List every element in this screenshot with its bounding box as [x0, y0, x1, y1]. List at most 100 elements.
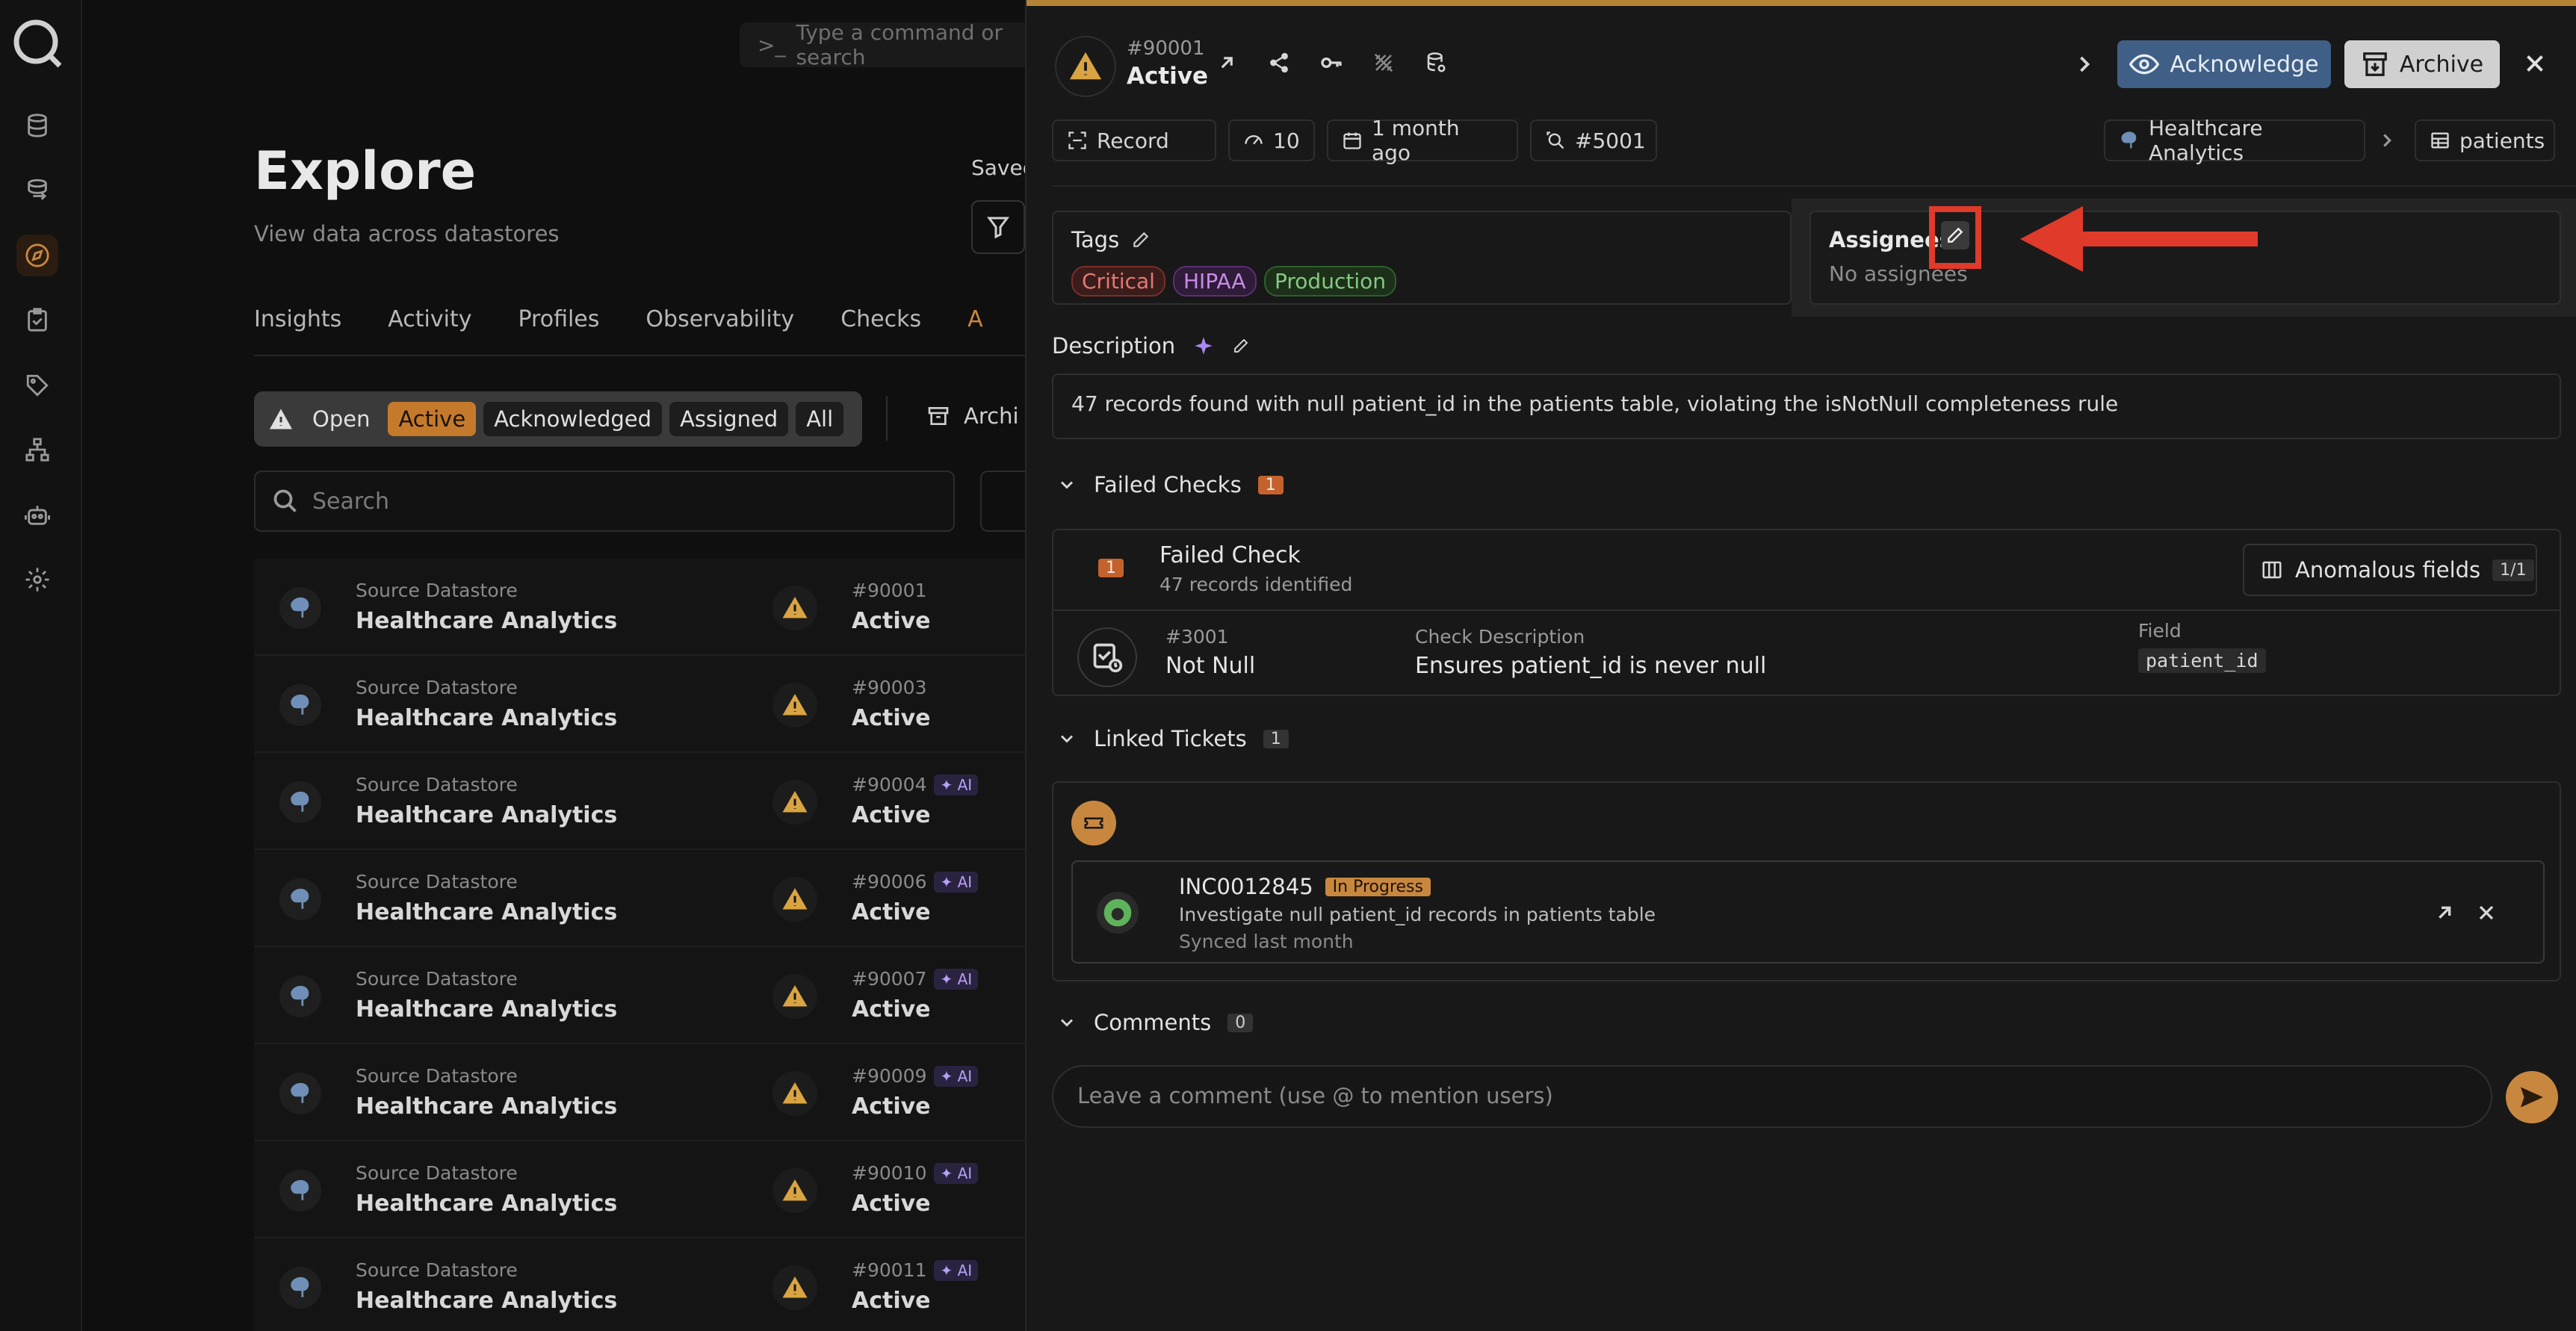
- list-item[interactable]: Source Datastore Healthcare Analytics #900…: [254, 850, 1025, 947]
- source-name: Healthcare Analytics: [356, 899, 618, 925]
- source-label: Source Datastore: [356, 1065, 518, 1087]
- filter-active[interactable]: Active: [388, 402, 477, 436]
- close-icon[interactable]: [2521, 49, 2549, 78]
- failed-check-number: 1: [1098, 559, 1124, 577]
- anomaly-status: Active: [852, 899, 931, 925]
- eye-icon: [2129, 49, 2160, 79]
- nav-agent-icon[interactable]: [16, 494, 58, 536]
- tab-checks[interactable]: Checks: [840, 306, 921, 332]
- nav-datastores-icon[interactable]: [16, 105, 58, 146]
- ai-sparkle-icon[interactable]: [1193, 335, 1214, 356]
- comments-header[interactable]: Comments 0: [1056, 1010, 1254, 1035]
- acknowledge-button[interactable]: Acknowledge: [2117, 40, 2331, 88]
- tab-anomalies[interactable]: A: [967, 306, 983, 332]
- comments-label: Comments: [1094, 1010, 1212, 1035]
- send-icon[interactable]: [2506, 1071, 2558, 1123]
- warning-icon: [1055, 36, 1116, 97]
- filter-button[interactable]: [971, 200, 1025, 254]
- list-item[interactable]: Source Datastore Healthcare Analytics #900…: [254, 559, 1025, 656]
- ai-badge: ✦ AI: [934, 1162, 979, 1184]
- postgres-icon: [279, 1267, 321, 1309]
- ticket-description: Investigate null patient_id records in p…: [1179, 904, 1656, 925]
- list-item[interactable]: Source Datastore Healthcare Analytics #900…: [254, 947, 1025, 1044]
- scan-chip[interactable]: #5001: [1530, 120, 1657, 161]
- postgres-icon: [2119, 130, 2140, 151]
- archived-filter[interactable]: Archi: [926, 403, 1019, 429]
- list-item[interactable]: Source Datastore Healthcare Analytics #900…: [254, 1141, 1025, 1238]
- nav-flows-icon[interactable]: [16, 429, 58, 471]
- command-placeholder: Type a command or search: [796, 20, 1003, 69]
- ai-badge-label: AI: [957, 969, 973, 988]
- filter-all[interactable]: All: [796, 402, 844, 436]
- check-id[interactable]: #3001: [1165, 626, 1229, 648]
- nav-checks-icon[interactable]: [16, 299, 58, 341]
- filter-acknowledged[interactable]: Acknowledged: [483, 402, 663, 436]
- unlink-ticket-icon[interactable]: [2474, 901, 2498, 925]
- list-item[interactable]: Source Datastore Healthcare Analytics #900…: [254, 1044, 1025, 1141]
- filter-open[interactable]: Open: [302, 402, 380, 436]
- list-item[interactable]: Source Datastore Healthcare Analytics #900…: [254, 656, 1025, 753]
- left-rail: [0, 0, 82, 1331]
- pointer-arrow-icon: [2020, 206, 2258, 272]
- key-icon[interactable]: [1318, 49, 1345, 76]
- tab-profiles[interactable]: Profiles: [518, 306, 599, 332]
- open-ticket-icon[interactable]: [2433, 901, 2456, 925]
- linked-tickets-count: 1: [1263, 729, 1289, 748]
- archive-label: Archive: [2399, 51, 2484, 78]
- nav-explore-icon[interactable]: [16, 235, 58, 276]
- anomalous-fields-button[interactable]: Anomalous fields 1/1: [2243, 544, 2537, 596]
- list-item[interactable]: Source Datastore Healthcare Analytics #900…: [254, 1238, 1025, 1331]
- datastore-settings-icon[interactable]: [1422, 49, 1449, 76]
- ticket-card[interactable]: INC0012845 In Progress Investigate null …: [1071, 860, 2545, 964]
- warning-icon: [773, 586, 817, 630]
- tab-insights[interactable]: Insights: [254, 306, 341, 332]
- anomalous-fields-label: Anomalous fields: [2295, 557, 2481, 583]
- comment-input[interactable]: Leave a comment (use @ to mention users): [1052, 1065, 2492, 1128]
- tag-hipaa[interactable]: HIPAA: [1173, 266, 1257, 297]
- linked-tickets-header[interactable]: Linked Tickets 1: [1056, 726, 1289, 751]
- weight-value: 10: [1273, 128, 1300, 153]
- table-name: patients: [2459, 128, 2545, 153]
- anomaly-id: #90003: [852, 677, 927, 698]
- tabs-divider: [254, 355, 1025, 356]
- anomaly-id: #90001: [852, 580, 927, 601]
- hide-icon[interactable]: [1370, 49, 1397, 76]
- archive-button[interactable]: Archive: [2344, 40, 2500, 88]
- tab-activity[interactable]: Activity: [388, 306, 471, 332]
- tag-production[interactable]: Production: [1264, 266, 1396, 297]
- nav-tags-icon[interactable]: [16, 364, 58, 406]
- source-label: Source Datastore: [356, 968, 518, 990]
- ai-badge: ✦ AI: [934, 1065, 979, 1087]
- chevron-right-icon[interactable]: [2071, 51, 2098, 78]
- share-icon[interactable]: [1266, 49, 1292, 76]
- filter-assigned[interactable]: Assigned: [669, 402, 789, 436]
- field-label: Field: [2138, 620, 2182, 642]
- servicenow-icon: [1097, 892, 1139, 934]
- source-label: Source Datastore: [356, 774, 518, 795]
- search-input[interactable]: Search: [254, 471, 955, 532]
- nav-settings-icon[interactable]: [16, 559, 58, 601]
- datastore-chip[interactable]: Healthcare Analytics: [2104, 116, 2365, 165]
- nav-enrichment-icon[interactable]: [16, 169, 58, 211]
- edit-description-icon[interactable]: [1232, 337, 1250, 355]
- edit-tags-icon[interactable]: [1131, 230, 1151, 249]
- drawer-accent-line: [1027, 0, 2576, 6]
- ai-badge: ✦ AI: [934, 1259, 979, 1281]
- failed-checks-header[interactable]: Failed Checks 1: [1056, 472, 1284, 497]
- ticket-icon[interactable]: [1071, 801, 1116, 846]
- tab-observability[interactable]: Observability: [645, 306, 794, 332]
- open-external-icon[interactable]: [1213, 49, 1240, 76]
- table-chip[interactable]: patients: [2415, 120, 2555, 161]
- search-icon: [272, 488, 299, 515]
- command-bar[interactable]: >_ Type a command or search: [740, 20, 1053, 69]
- anomaly-id-row: #90004 ✦ AI: [852, 774, 979, 795]
- ticket-state-badge: In Progress: [1325, 877, 1431, 896]
- list-item[interactable]: Source Datastore Healthcare Analytics #900…: [254, 753, 1025, 850]
- terminal-icon: >_: [758, 32, 786, 58]
- failed-check-subtitle: 47 records identified: [1159, 574, 1353, 595]
- postgres-icon: [279, 878, 321, 920]
- record-icon: [1067, 130, 1088, 151]
- app-logo-icon[interactable]: [9, 15, 66, 72]
- highlight-box: [1929, 206, 1981, 269]
- tag-critical[interactable]: Critical: [1071, 266, 1165, 297]
